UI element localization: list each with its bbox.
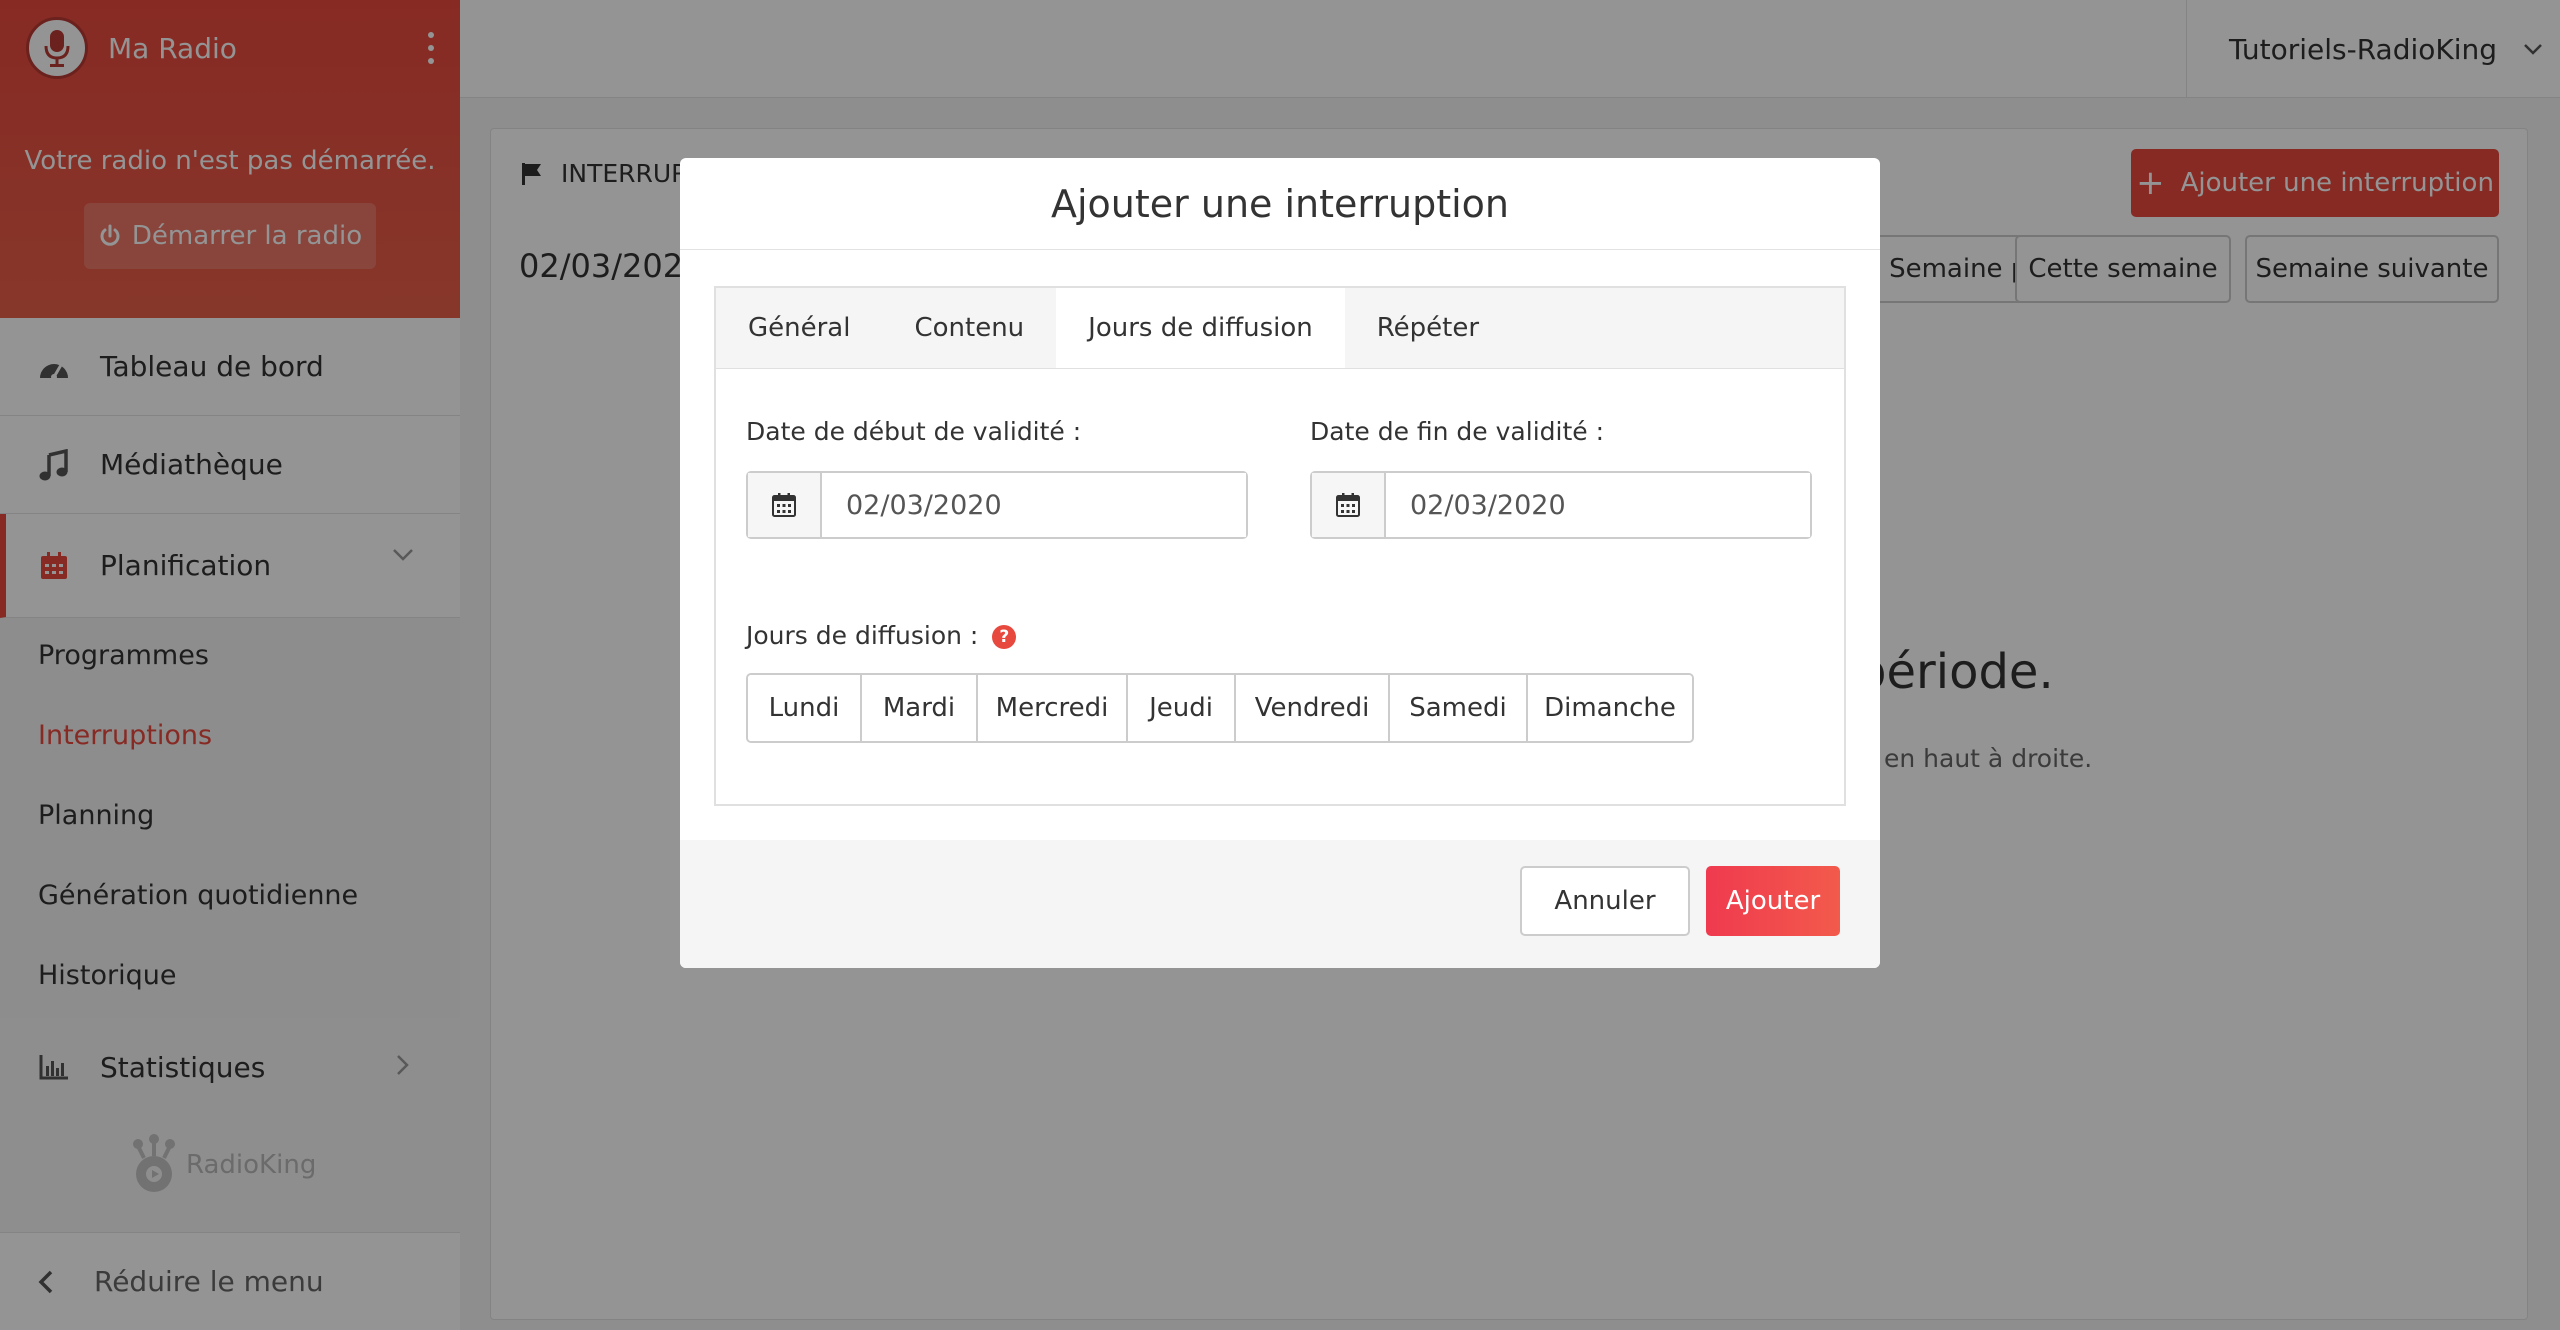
tab-repeat[interactable]: Répéter — [1345, 288, 1511, 368]
add-interruption-modal: Ajouter une interruption Général Contenu… — [680, 158, 1880, 968]
end-date-group — [1310, 471, 1812, 539]
end-date-label: Date de fin de validité : — [1310, 417, 1605, 446]
tab-content[interactable]: Contenu — [882, 288, 1056, 368]
question-circle-icon[interactable]: ? — [992, 625, 1017, 649]
day-monday[interactable]: Lundi — [748, 675, 862, 741]
start-date-group — [746, 471, 1248, 539]
end-date-input[interactable] — [1386, 473, 1810, 537]
add-button[interactable]: Ajouter — [1706, 866, 1840, 936]
calendar-icon[interactable] — [1312, 473, 1386, 537]
modal-title: Ajouter une interruption — [680, 158, 1880, 250]
day-thursday[interactable]: Jeudi — [1128, 675, 1236, 741]
modal-tabs: Général Contenu Jours de diffusion Répét… — [714, 286, 1846, 368]
broadcast-days-label-row: Jours de diffusion :? — [746, 621, 1017, 650]
start-date-input[interactable] — [822, 473, 1246, 537]
day-saturday[interactable]: Samedi — [1390, 675, 1528, 741]
cancel-button[interactable]: Annuler — [1520, 866, 1690, 936]
day-sunday[interactable]: Dimanche — [1528, 675, 1692, 741]
modal-footer: Annuler Ajouter — [680, 840, 1880, 968]
tab-panel-broadcast-days: Date de début de validité : Date de fin — [714, 368, 1846, 806]
app-root: Ma Radio Votre radio n'est pas démarrée.… — [0, 0, 2560, 1330]
day-friday[interactable]: Vendredi — [1236, 675, 1390, 741]
day-tuesday[interactable]: Mardi — [862, 675, 978, 741]
start-date-label: Date de début de validité : — [746, 417, 1082, 446]
broadcast-days-label: Jours de diffusion : — [746, 621, 979, 650]
tab-general[interactable]: Général — [716, 288, 882, 368]
day-wednesday[interactable]: Mercredi — [978, 675, 1128, 741]
tab-broadcast-days[interactable]: Jours de diffusion — [1056, 288, 1345, 368]
broadcast-days-selector: Lundi Mardi Mercredi Jeudi Vendredi Same… — [746, 673, 1694, 743]
calendar-icon[interactable] — [748, 473, 822, 537]
